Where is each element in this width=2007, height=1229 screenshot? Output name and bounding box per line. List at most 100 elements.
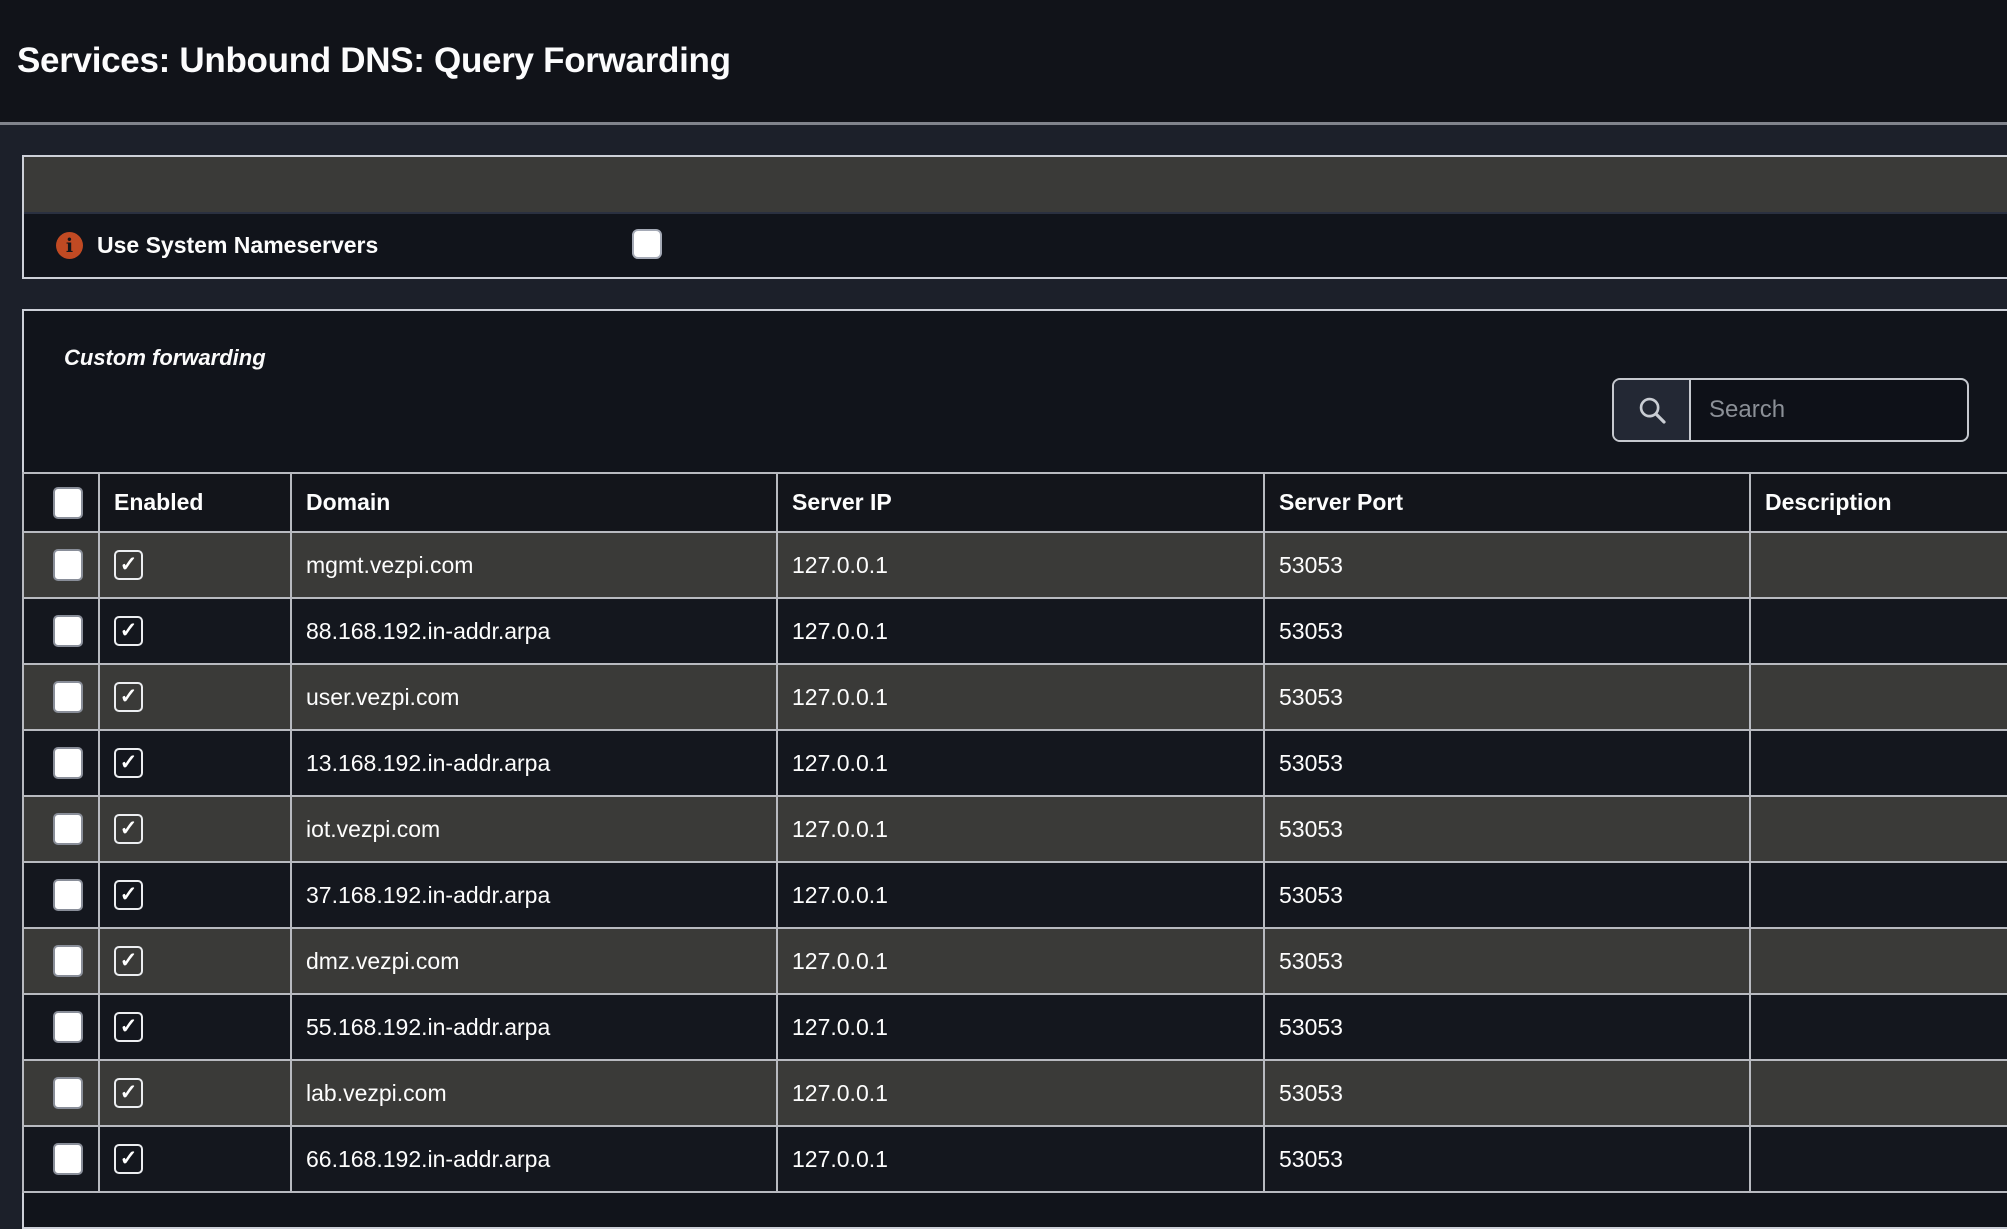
server-port-cell: 53053 xyxy=(1264,994,1750,1060)
server-ip-cell: 127.0.0.1 xyxy=(777,928,1264,994)
table-row: ✓88.168.192.in-addr.arpa127.0.0.153053 xyxy=(23,598,2007,664)
row-select-checkbox[interactable] xyxy=(53,879,83,911)
row-select-cell xyxy=(23,1126,99,1192)
row-select-cell xyxy=(23,730,99,796)
column-header-description: Description xyxy=(1750,473,2007,532)
column-header-server-port: Server Port xyxy=(1264,473,1750,532)
enabled-cell: ✓ xyxy=(99,928,291,994)
enabled-checkbox[interactable]: ✓ xyxy=(114,550,143,580)
table-row: ✓37.168.192.in-addr.arpa127.0.0.153053 xyxy=(23,862,2007,928)
enabled-cell: ✓ xyxy=(99,1126,291,1192)
domain-cell: mgmt.vezpi.com xyxy=(291,532,777,598)
description-cell xyxy=(1750,532,2007,598)
description-cell xyxy=(1750,664,2007,730)
domain-cell: 66.168.192.in-addr.arpa xyxy=(291,1126,777,1192)
row-select-cell xyxy=(23,862,99,928)
enabled-cell: ✓ xyxy=(99,1060,291,1126)
server-ip-cell: 127.0.0.1 xyxy=(777,1060,1264,1126)
table-row: ✓lab.vezpi.com127.0.0.153053 xyxy=(23,1060,2007,1126)
enabled-cell: ✓ xyxy=(99,664,291,730)
enabled-cell: ✓ xyxy=(99,796,291,862)
row-select-checkbox[interactable] xyxy=(53,615,83,647)
select-all-checkbox[interactable] xyxy=(53,487,83,519)
row-select-cell xyxy=(23,994,99,1060)
select-all-header-cell xyxy=(23,473,99,532)
enabled-cell: ✓ xyxy=(99,532,291,598)
row-select-checkbox[interactable] xyxy=(53,549,83,581)
row-select-checkbox[interactable] xyxy=(53,813,83,845)
row-select-checkbox[interactable] xyxy=(53,1077,83,1109)
table-row: ✓mgmt.vezpi.com127.0.0.153053 xyxy=(23,532,2007,598)
nameservers-panel: i Use System Nameservers xyxy=(22,155,2007,279)
use-system-nameservers-row: i Use System Nameservers xyxy=(24,214,2007,277)
row-select-cell xyxy=(23,598,99,664)
column-header-enabled: Enabled xyxy=(99,473,291,532)
enabled-cell: ✓ xyxy=(99,730,291,796)
row-select-cell xyxy=(23,796,99,862)
grid-toolbar: Custom forwarding xyxy=(24,311,2007,472)
server-ip-cell: 127.0.0.1 xyxy=(777,994,1264,1060)
enabled-checkbox[interactable]: ✓ xyxy=(114,682,143,712)
enabled-checkbox[interactable]: ✓ xyxy=(114,616,143,646)
row-select-checkbox[interactable] xyxy=(53,1011,83,1043)
domain-cell: 88.168.192.in-addr.arpa xyxy=(291,598,777,664)
server-port-cell: 53053 xyxy=(1264,1060,1750,1126)
table-row: ✓ 55.168.192.in-addr.arpa127.0.0.153053 xyxy=(23,994,2007,1060)
enabled-checkbox[interactable]: ✓ xyxy=(114,880,143,910)
enabled-checkbox[interactable]: ✓ xyxy=(114,814,143,844)
table-header: EnabledDomainServer IPServer PortDescrip… xyxy=(23,473,2007,532)
row-select-cell xyxy=(23,532,99,598)
description-cell xyxy=(1750,730,2007,796)
server-ip-cell: 127.0.0.1 xyxy=(777,796,1264,862)
use-system-nameservers-label: Use System Nameservers xyxy=(97,232,378,259)
server-ip-cell: 127.0.0.1 xyxy=(777,598,1264,664)
row-select-checkbox[interactable] xyxy=(53,1143,83,1175)
description-cell xyxy=(1750,796,2007,862)
table-row: ✓ iot.vezpi.com127.0.0.153053 xyxy=(23,796,2007,862)
table-row: ✓ 13.168.192.in-addr.arpa127.0.0.153053 xyxy=(23,730,2007,796)
search-input[interactable] xyxy=(1691,380,1967,440)
custom-forwarding-title: Custom forwarding xyxy=(24,311,2007,371)
server-ip-cell: 127.0.0.1 xyxy=(777,730,1264,796)
server-port-cell: 53053 xyxy=(1264,1126,1750,1192)
domain-cell: 37.168.192.in-addr.arpa xyxy=(291,862,777,928)
domain-cell: dmz.vezpi.com xyxy=(291,928,777,994)
row-select-checkbox[interactable] xyxy=(53,747,83,779)
row-select-cell xyxy=(23,928,99,994)
description-cell xyxy=(1750,1060,2007,1126)
nameservers-panel-heading xyxy=(24,157,2007,214)
description-cell xyxy=(1750,928,2007,994)
enabled-cell: ✓ xyxy=(99,598,291,664)
page-header: Services: Unbound DNS: Query Forwarding xyxy=(0,0,2007,125)
enabled-checkbox[interactable]: ✓ xyxy=(114,946,143,976)
search-group xyxy=(1612,378,1969,442)
table-row: ✓ 66.168.192.in-addr.arpa127.0.0.153053 xyxy=(23,1126,2007,1192)
server-ip-cell: 127.0.0.1 xyxy=(777,1126,1264,1192)
description-cell xyxy=(1750,1126,2007,1192)
enabled-checkbox[interactable]: ✓ xyxy=(114,748,143,778)
server-port-cell: 53053 xyxy=(1264,730,1750,796)
enabled-cell: ✓ xyxy=(99,862,291,928)
enabled-checkbox[interactable]: ✓ xyxy=(114,1144,143,1174)
row-select-checkbox[interactable] xyxy=(53,945,83,977)
column-header-server-ip: Server IP xyxy=(777,473,1264,532)
enabled-cell: ✓ xyxy=(99,994,291,1060)
column-header-domain: Domain xyxy=(291,473,777,532)
enabled-checkbox[interactable]: ✓ xyxy=(114,1012,143,1042)
row-select-checkbox[interactable] xyxy=(53,681,83,713)
custom-forwarding-panel: Custom forwarding EnabledDomainServer IP… xyxy=(22,309,2007,1229)
domain-cell: 55.168.192.in-addr.arpa xyxy=(291,994,777,1060)
table-header-row: EnabledDomainServer IPServer PortDescrip… xyxy=(23,473,2007,532)
server-ip-cell: 127.0.0.1 xyxy=(777,532,1264,598)
use-system-nameservers-checkbox[interactable] xyxy=(632,229,662,259)
table-row: ✓dmz.vezpi.com127.0.0.153053 xyxy=(23,928,2007,994)
info-icon: i xyxy=(56,232,83,259)
enabled-checkbox[interactable]: ✓ xyxy=(114,1078,143,1108)
row-select-cell xyxy=(23,664,99,730)
description-cell xyxy=(1750,862,2007,928)
domain-cell: 13.168.192.in-addr.arpa xyxy=(291,730,777,796)
domain-cell: iot.vezpi.com xyxy=(291,796,777,862)
table-body: ✓mgmt.vezpi.com127.0.0.153053✓88.168.192… xyxy=(23,532,2007,1192)
search-icon xyxy=(1614,380,1691,440)
server-port-cell: 53053 xyxy=(1264,796,1750,862)
